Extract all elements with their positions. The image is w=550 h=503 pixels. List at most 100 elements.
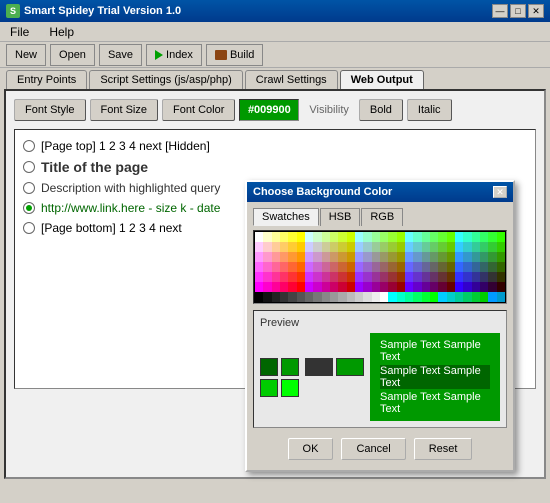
color-swatch[interactable] — [480, 232, 488, 242]
color-swatch[interactable] — [422, 232, 430, 242]
color-swatch[interactable] — [438, 232, 446, 242]
color-swatch[interactable] — [372, 252, 380, 262]
color-swatch[interactable] — [305, 272, 313, 282]
color-swatch[interactable] — [430, 232, 438, 242]
color-swatch[interactable] — [413, 272, 421, 282]
color-swatch[interactable] — [422, 252, 430, 262]
color-swatch[interactable] — [363, 272, 371, 282]
color-swatch[interactable] — [280, 282, 288, 292]
color-swatch[interactable] — [372, 232, 380, 242]
color-swatch[interactable] — [288, 242, 296, 252]
color-swatch[interactable] — [355, 282, 363, 292]
color-swatch[interactable] — [430, 242, 438, 252]
color-swatch[interactable] — [313, 262, 321, 272]
color-swatch[interactable] — [388, 262, 396, 272]
ok-button[interactable]: OK — [288, 438, 334, 460]
color-swatch[interactable] — [338, 242, 346, 252]
color-swatch[interactable] — [297, 262, 305, 272]
color-swatch[interactable] — [347, 232, 355, 242]
color-swatch[interactable] — [305, 292, 313, 302]
color-swatch[interactable] — [480, 282, 488, 292]
color-swatch[interactable] — [397, 292, 405, 302]
color-swatch[interactable] — [438, 282, 446, 292]
color-swatch[interactable] — [280, 232, 288, 242]
color-swatch[interactable] — [347, 262, 355, 272]
color-swatch[interactable] — [397, 262, 405, 272]
color-swatch[interactable] — [422, 272, 430, 282]
color-swatch[interactable] — [413, 262, 421, 272]
color-swatch[interactable] — [430, 272, 438, 282]
color-swatch[interactable] — [380, 232, 388, 242]
color-swatch[interactable] — [480, 252, 488, 262]
color-swatch[interactable] — [305, 262, 313, 272]
color-swatch[interactable] — [372, 242, 380, 252]
color-swatch[interactable] — [472, 252, 480, 262]
color-swatch[interactable] — [338, 272, 346, 282]
color-swatch[interactable] — [363, 252, 371, 262]
color-swatch[interactable] — [472, 282, 480, 292]
color-swatch[interactable] — [372, 272, 380, 282]
color-swatch[interactable] — [413, 232, 421, 242]
italic-button[interactable]: Italic — [407, 99, 452, 121]
color-swatch[interactable] — [305, 242, 313, 252]
color-swatch[interactable] — [438, 292, 446, 302]
color-swatch[interactable] — [338, 232, 346, 242]
color-swatch[interactable] — [447, 272, 455, 282]
color-swatch[interactable] — [322, 242, 330, 252]
color-swatch[interactable] — [405, 282, 413, 292]
color-swatch[interactable] — [397, 272, 405, 282]
swatch-pure-green[interactable] — [281, 379, 299, 397]
color-swatch[interactable] — [272, 242, 280, 252]
color-swatch[interactable] — [288, 272, 296, 282]
color-swatch[interactable] — [355, 232, 363, 242]
color-swatch[interactable] — [447, 232, 455, 242]
color-swatch[interactable] — [413, 242, 421, 252]
color-swatch[interactable] — [447, 292, 455, 302]
color-swatch[interactable] — [405, 252, 413, 262]
color-swatch[interactable] — [297, 232, 305, 242]
tab-entry-points[interactable]: Entry Points — [6, 70, 87, 89]
color-swatch[interactable] — [313, 232, 321, 242]
color-swatch[interactable] — [255, 262, 263, 272]
color-swatch[interactable] — [430, 252, 438, 262]
color-swatch[interactable] — [272, 232, 280, 242]
color-swatch[interactable] — [380, 242, 388, 252]
color-swatch[interactable] — [330, 262, 338, 272]
color-swatch[interactable] — [472, 232, 480, 242]
color-swatch[interactable] — [280, 262, 288, 272]
color-swatch[interactable] — [388, 232, 396, 242]
swatch-dark-green[interactable] — [260, 358, 278, 376]
tab-script-settings[interactable]: Script Settings (js/asp/php) — [89, 70, 242, 89]
color-swatch[interactable] — [380, 252, 388, 262]
color-swatch[interactable] — [263, 232, 271, 242]
color-swatch[interactable] — [497, 252, 505, 262]
color-swatch[interactable] — [405, 232, 413, 242]
color-swatch[interactable] — [463, 242, 471, 252]
font-style-button[interactable]: Font Style — [14, 99, 86, 121]
color-swatch[interactable] — [330, 252, 338, 262]
color-swatch[interactable] — [280, 252, 288, 262]
color-swatch[interactable] — [438, 252, 446, 262]
color-swatch[interactable] — [372, 292, 380, 302]
color-swatch[interactable] — [480, 242, 488, 252]
color-swatch[interactable] — [338, 292, 346, 302]
color-swatch[interactable] — [405, 292, 413, 302]
color-swatch[interactable] — [255, 242, 263, 252]
color-swatch[interactable] — [355, 262, 363, 272]
color-swatch[interactable] — [280, 292, 288, 302]
color-swatch[interactable] — [438, 272, 446, 282]
new-button[interactable]: New — [6, 44, 46, 66]
color-swatch[interactable] — [463, 292, 471, 302]
color-swatch[interactable] — [297, 242, 305, 252]
tab-crawl-settings[interactable]: Crawl Settings — [245, 70, 338, 89]
color-swatch[interactable] — [272, 272, 280, 282]
color-swatch[interactable] — [263, 252, 271, 262]
menu-file[interactable]: File — [4, 24, 35, 40]
color-swatches[interactable] — [253, 230, 507, 304]
color-swatch[interactable] — [263, 272, 271, 282]
color-swatch[interactable] — [347, 272, 355, 282]
color-swatch[interactable] — [347, 282, 355, 292]
color-swatch[interactable] — [488, 232, 496, 242]
color-swatch[interactable] — [288, 282, 296, 292]
color-swatch[interactable] — [297, 292, 305, 302]
